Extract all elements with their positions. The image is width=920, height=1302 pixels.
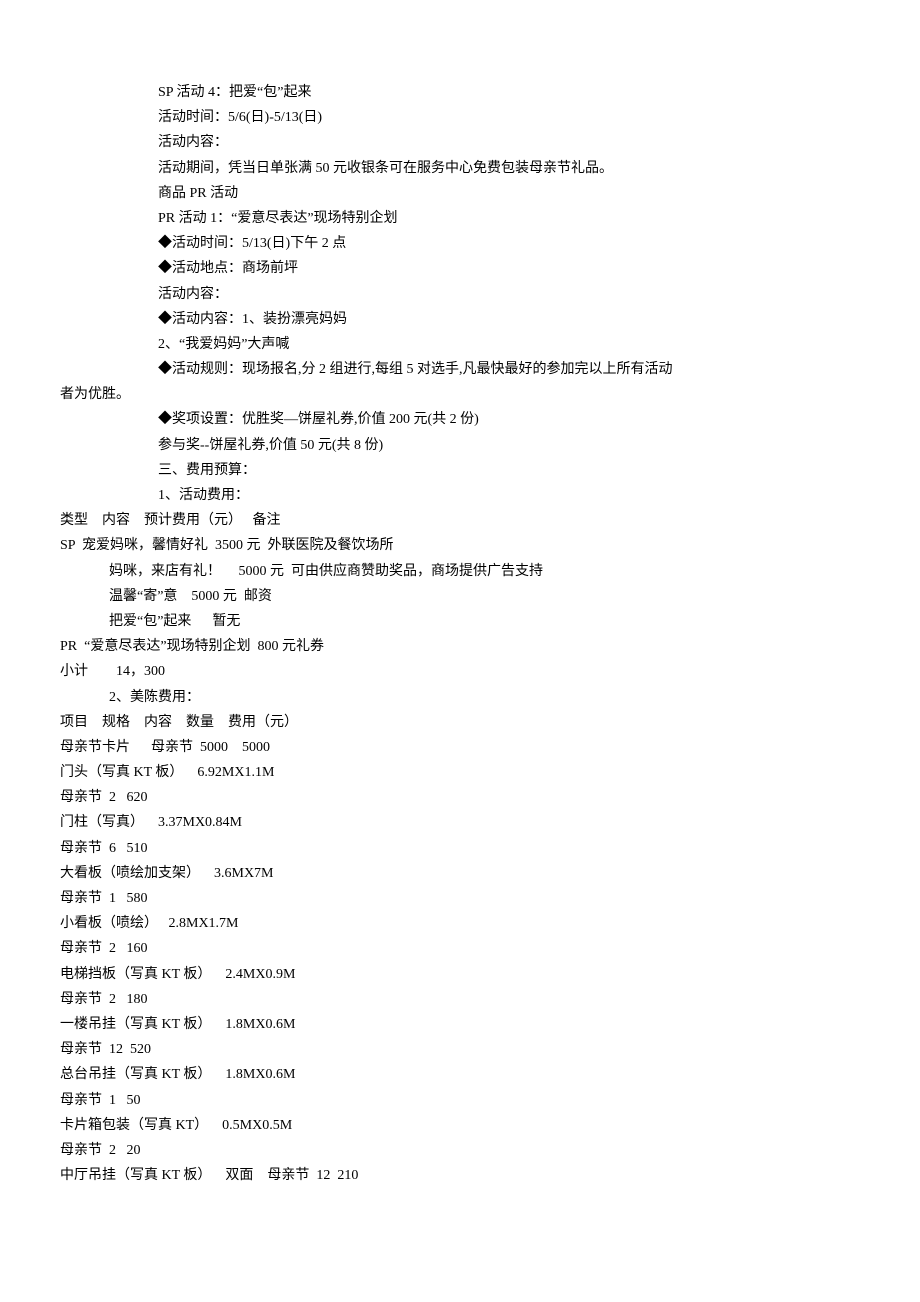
text-line: 一楼吊挂（写真 KT 板） 1.8MX0.6M — [60, 1012, 860, 1037]
text-line: 者为优胜。 — [60, 382, 860, 407]
text-line: 项目 规格 内容 数量 费用（元） — [60, 710, 860, 735]
document-body: SP 活动 4：把爱“包”起来活动时间：5/6(日)-5/13(日)活动内容：活… — [60, 80, 860, 1188]
text-line: PR “爱意尽表达”现场特别企划 800 元礼券 — [60, 634, 860, 659]
text-line: ◆活动时间：5/13(日)下午 2 点 — [60, 231, 860, 256]
text-line: 中厅吊挂（写真 KT 板） 双面 母亲节 12 210 — [60, 1163, 860, 1188]
text-line: 母亲节 2 20 — [60, 1138, 860, 1163]
text-line: 活动期间，凭当日单张满 50 元收银条可在服务中心免费包装母亲节礼品。 — [60, 156, 860, 181]
text-line: PR 活动 1：“爱意尽表达”现场特别企划 — [60, 206, 860, 231]
text-line: 温馨“寄”意 5000 元 邮资 — [60, 584, 860, 609]
text-line: 1、活动费用： — [60, 483, 860, 508]
text-line: 活动内容： — [60, 130, 860, 155]
text-line: ◆活动地点：商场前坪 — [60, 256, 860, 281]
text-line: 母亲节 2 620 — [60, 785, 860, 810]
text-line: ◆奖项设置：优胜奖—饼屋礼券,价值 200 元(共 2 份) — [60, 407, 860, 432]
text-line: 母亲节 6 510 — [60, 836, 860, 861]
text-line: 小看板（喷绘） 2.8MX1.7M — [60, 911, 860, 936]
text-line: 母亲节卡片 母亲节 5000 5000 — [60, 735, 860, 760]
text-line: ◆活动规则：现场报名,分 2 组进行,每组 5 对选手,凡最快最好的参加完以上所… — [60, 357, 860, 382]
text-line: 母亲节 2 180 — [60, 987, 860, 1012]
text-line: 商品 PR 活动 — [60, 181, 860, 206]
text-line: 把爱“包”起来 暂无 — [60, 609, 860, 634]
text-line: SP 活动 4：把爱“包”起来 — [60, 80, 860, 105]
text-line: 妈咪，来店有礼！ 5000 元 可由供应商赞助奖品，商场提供广告支持 — [60, 559, 860, 584]
text-line: 2、“我爱妈妈”大声喊 — [60, 332, 860, 357]
text-line: 参与奖--饼屋礼券,价值 50 元(共 8 份) — [60, 433, 860, 458]
text-line: 母亲节 1 50 — [60, 1088, 860, 1113]
text-line: 大看板（喷绘加支架） 3.6MX7M — [60, 861, 860, 886]
text-line: 门柱（写真） 3.37MX0.84M — [60, 810, 860, 835]
text-line: 总台吊挂（写真 KT 板） 1.8MX0.6M — [60, 1062, 860, 1087]
text-line: 类型 内容 预计费用（元） 备注 — [60, 508, 860, 533]
text-line: 活动内容： — [60, 282, 860, 307]
text-line: 小计 14，300 — [60, 659, 860, 684]
text-line: 2、美陈费用： — [60, 685, 860, 710]
text-line: 三、费用预算： — [60, 458, 860, 483]
text-line: 母亲节 12 520 — [60, 1037, 860, 1062]
text-line: 活动时间：5/6(日)-5/13(日) — [60, 105, 860, 130]
text-line: 母亲节 2 160 — [60, 936, 860, 961]
text-line: ◆活动内容：1、装扮漂亮妈妈 — [60, 307, 860, 332]
text-line: SP 宠爱妈咪，馨情好礼 3500 元 外联医院及餐饮场所 — [60, 533, 860, 558]
text-line: 门头（写真 KT 板） 6.92MX1.1M — [60, 760, 860, 785]
text-line: 卡片箱包装（写真 KT） 0.5MX0.5M — [60, 1113, 860, 1138]
text-line: 电梯挡板（写真 KT 板） 2.4MX0.9M — [60, 962, 860, 987]
text-line: 母亲节 1 580 — [60, 886, 860, 911]
